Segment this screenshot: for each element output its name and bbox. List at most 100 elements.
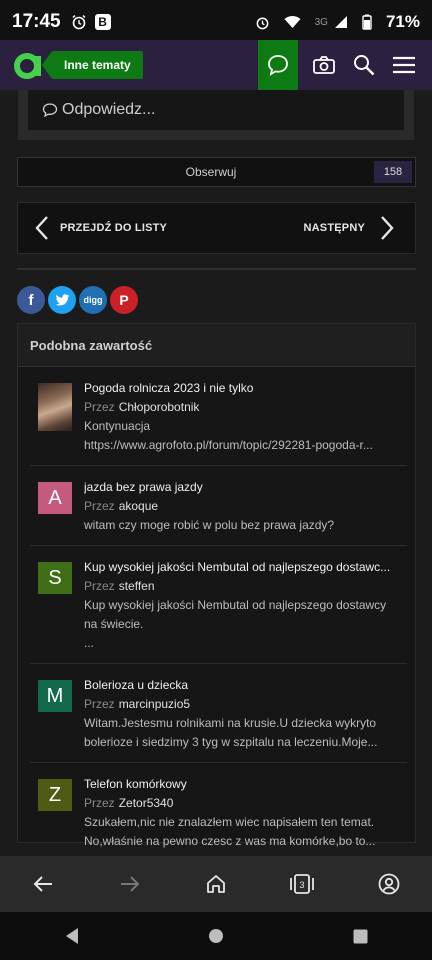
topic-excerpt: Kontynuacja https://www.agrofoto.pl/foru… (84, 417, 407, 455)
browser-toolbar: 3 (0, 856, 432, 912)
hamburger-menu-icon (393, 56, 415, 74)
author-link[interactable]: marcinpuzio5 (119, 697, 190, 711)
list-item[interactable]: Pogoda rolnicza 2023 i nie tylko Przez Ch… (30, 367, 407, 466)
excerpt-line: No,właśnie na pewno czesc z was ma komór… (84, 834, 376, 848)
excerpt-line: Szukałem,nic nie znalazłem wiec napisałe… (84, 815, 375, 829)
reply-placeholder: Odpowiedz... (62, 101, 156, 118)
excerpt-line: Kontynuacja (84, 419, 151, 433)
avatar[interactable]: Z (38, 779, 72, 811)
home-button[interactable] (196, 864, 236, 904)
search-icon (354, 55, 375, 76)
facebook-share-button[interactable]: f (17, 286, 45, 314)
topic-title-link[interactable]: Kup wysokiej jakości Nembutal od najleps… (84, 558, 407, 577)
by-prefix: Przez (84, 697, 115, 711)
tab-count: 3 (300, 880, 305, 890)
site-logo[interactable] (12, 48, 46, 82)
system-home-button[interactable] (196, 916, 236, 956)
similar-content-heading: Podobna zawartość (18, 324, 415, 367)
excerpt-line: witam czy moge robić w polu bez prawa ja… (84, 518, 335, 532)
section-divider (17, 268, 416, 270)
topic-title-link[interactable]: jazda bez prawa jazdy (84, 478, 407, 497)
search-button[interactable] (344, 40, 384, 90)
author-link[interactable]: Chłoporobotnik (119, 400, 200, 414)
chevron-right-icon (381, 216, 394, 240)
topic-title-link[interactable]: Telefon komórkowy (84, 775, 407, 794)
arrow-right-icon (120, 876, 139, 892)
topic-excerpt: Witam.Jestesmu rolnikami na krusie.U dzi… (84, 714, 407, 752)
tabs-icon: 3 (290, 874, 315, 894)
topic-title-link[interactable]: Pogoda rolnicza 2023 i nie tylko (84, 379, 407, 398)
system-navigation-bar (0, 912, 432, 960)
tabs-button[interactable]: 3 (282, 864, 322, 904)
avatar[interactable]: S (38, 562, 72, 594)
list-item[interactable]: Z Telefon komórkowy Przez Zetor5340 Szuka… (30, 763, 407, 861)
similar-content-panel: Podobna zawartość Pogoda rolnicza 2023 i… (17, 323, 416, 848)
similar-content-list: Pogoda rolnicza 2023 i nie tylko Przez Ch… (18, 367, 415, 861)
excerpt-line: Witam.Jestesmu rolnikami na krusie.U dzi… (84, 716, 377, 730)
arrow-left-icon (33, 876, 53, 892)
reply-input[interactable]: Odpowiedz... (28, 90, 404, 130)
back-button[interactable] (23, 864, 63, 904)
topic-excerpt: witam czy moge robić w polu bez prawa ja… (84, 516, 407, 535)
list-item[interactable]: A jazda bez prawa jazdy Przez akoque wita… (30, 466, 407, 546)
by-prefix: Przez (84, 796, 115, 810)
avatar[interactable] (38, 383, 72, 431)
author-link[interactable]: steffen (119, 579, 155, 593)
camera-icon (313, 56, 335, 74)
by-prefix: Przez (84, 579, 115, 593)
topic-excerpt: Szukałem,nic nie znalazłem wiec napisałe… (84, 813, 407, 851)
comment-bubble-icon (42, 102, 58, 118)
author-link[interactable]: akoque (119, 499, 158, 513)
network-type-label: 3G (314, 16, 328, 28)
topic-title-link[interactable]: Bolerioza u dziecka (84, 676, 407, 695)
twitter-share-button[interactable] (48, 286, 76, 314)
follow-label: Obserwuj (185, 165, 237, 179)
camera-button[interactable] (304, 40, 344, 90)
chat-button[interactable] (258, 40, 298, 90)
excerpt-line: na świecie. (84, 617, 144, 631)
system-back-button[interactable] (52, 916, 92, 956)
chevron-left-icon (35, 216, 48, 240)
app-notification-icon: B (94, 14, 111, 30)
account-icon (378, 873, 400, 895)
excerpt-line: https://www.agrofoto.pl/forum/topic/2922… (84, 438, 373, 452)
follower-count-badge: 158 (374, 161, 412, 183)
alarm-icon (71, 14, 87, 30)
by-prefix: Przez (84, 400, 115, 414)
follow-button[interactable]: Obserwuj 158 (17, 157, 416, 187)
alarm-icon (255, 15, 270, 30)
list-item[interactable]: M Bolerioza u dziecka Przez marcinpuzio5 … (30, 664, 407, 763)
share-buttons: f digg P (17, 286, 138, 314)
status-time: 17:45 (12, 11, 61, 32)
site-header: Inne tematy (0, 40, 432, 90)
go-to-list-label: PRZEJDŹ DO LISTY (60, 222, 168, 234)
by-prefix: Przez (84, 499, 115, 513)
triangle-back-icon (66, 928, 78, 944)
home-icon (207, 875, 225, 893)
other-topics-link[interactable]: Inne tematy (42, 51, 143, 79)
avatar[interactable]: A (38, 482, 72, 514)
avatar[interactable]: M (38, 680, 72, 712)
square-recents-icon (353, 929, 367, 943)
menu-button[interactable] (384, 40, 424, 90)
excerpt-line: ... (84, 636, 95, 650)
digg-share-button[interactable]: digg (79, 286, 107, 314)
wifi-icon (284, 15, 301, 29)
chat-bubble-icon (268, 55, 288, 76)
twitter-bird-icon (55, 293, 69, 306)
account-button[interactable] (369, 864, 409, 904)
signal-icon (334, 15, 348, 29)
topic-navigation: PRZEJDŹ DO LISTY NASTĘPNY (17, 202, 416, 254)
pinterest-share-button[interactable]: P (110, 286, 138, 314)
next-topic-button[interactable]: NASTĘPNY (304, 215, 396, 241)
battery-icon (362, 14, 372, 30)
author-link[interactable]: Zetor5340 (119, 796, 174, 810)
circle-home-icon (209, 929, 223, 943)
excerpt-line: bolerioze i siedzimy 3 tyg w szpitalu na… (84, 735, 378, 749)
list-item[interactable]: S Kup wysokiej jakości Nembutal od najle… (30, 546, 407, 664)
next-topic-label: NASTĘPNY (303, 222, 365, 234)
system-recents-button[interactable] (340, 916, 380, 956)
go-to-list-button[interactable]: PRZEJDŹ DO LISTY (34, 215, 167, 241)
forward-button[interactable] (110, 864, 150, 904)
reply-panel: Odpowiedz... (18, 90, 414, 140)
